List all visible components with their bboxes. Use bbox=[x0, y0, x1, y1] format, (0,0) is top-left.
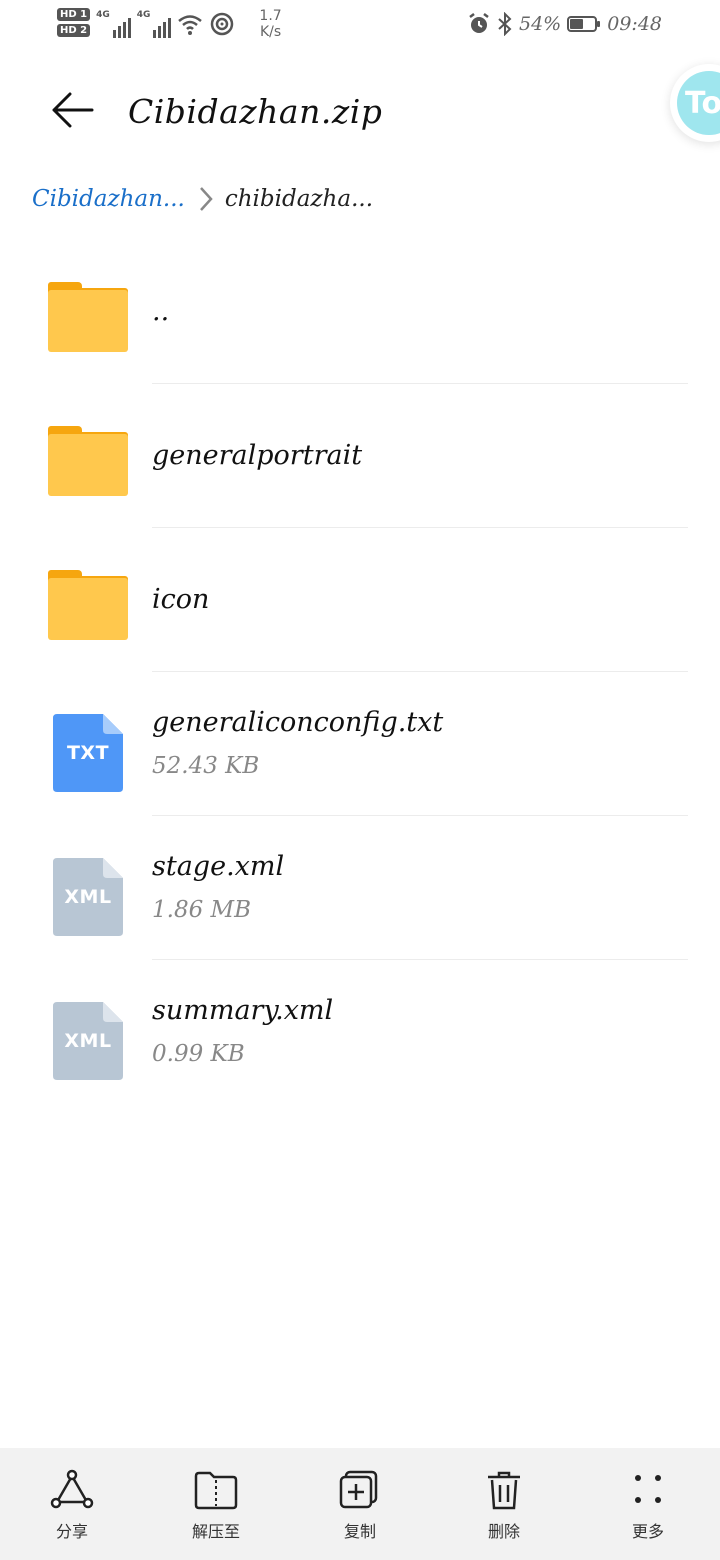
xml-file-icon: XML bbox=[48, 1000, 128, 1080]
page-title: Cibidazhan.zip bbox=[128, 92, 383, 131]
copy-label: 复制 bbox=[343, 1522, 376, 1541]
file-name: generalportrait bbox=[152, 440, 363, 471]
header: Cibidazhan.zip To bbox=[0, 64, 720, 150]
file-size: 1.86 MB bbox=[152, 897, 251, 923]
folder-icon bbox=[48, 280, 128, 360]
copy-icon bbox=[339, 1470, 378, 1509]
arrow-left-icon bbox=[52, 92, 94, 128]
alarm-icon bbox=[469, 13, 489, 33]
file-row-generalportrait[interactable]: generalportrait bbox=[0, 384, 720, 528]
file-type-badge: XML bbox=[64, 1030, 112, 1052]
file-name: generaliconconfig.txt bbox=[152, 707, 444, 738]
breadcrumb-current: chibidazha... bbox=[224, 186, 374, 212]
share-button[interactable]: 分享 bbox=[0, 1448, 144, 1560]
hotspot-icon bbox=[211, 12, 234, 36]
status-left: HD 1 HD 2 4G 4G 1.7 K/s bbox=[57, 8, 282, 48]
file-name: .. bbox=[152, 296, 170, 327]
network-type-2: 4G bbox=[136, 10, 151, 20]
chevron-right-icon bbox=[199, 186, 213, 212]
status-right: 54% 09:48 bbox=[467, 12, 662, 36]
file-row-icon[interactable]: icon bbox=[0, 528, 720, 672]
signal-1-icon: 4G bbox=[96, 10, 131, 38]
floating-assistant-button[interactable]: To bbox=[670, 64, 720, 142]
xml-file-icon: XML bbox=[48, 856, 128, 936]
folder-icon bbox=[48, 568, 128, 648]
signal-2-icon: 4G bbox=[137, 10, 172, 38]
file-type-badge: XML bbox=[64, 886, 112, 908]
floating-assistant-label: To bbox=[677, 71, 720, 135]
copy-button[interactable]: 复制 bbox=[288, 1448, 432, 1560]
delete-label: 删除 bbox=[487, 1522, 520, 1541]
battery-fill bbox=[570, 19, 584, 29]
hd-indicators: HD 1 HD 2 bbox=[57, 8, 91, 37]
txt-file-icon: TXT bbox=[48, 712, 128, 792]
file-type-badge: TXT bbox=[66, 742, 110, 764]
battery-icon bbox=[567, 16, 601, 32]
status-bar: HD 1 HD 2 4G 4G 1.7 K/s 54% 09:48 bbox=[0, 0, 720, 56]
trash-icon bbox=[488, 1471, 520, 1510]
network-type-1: 4G bbox=[96, 10, 110, 20]
share-icon bbox=[50, 1469, 94, 1509]
speed-value: 1.7 bbox=[259, 8, 282, 24]
file-list: .. generalportrait icon TXT generaliconc… bbox=[0, 240, 720, 1104]
more-label: 更多 bbox=[631, 1522, 664, 1541]
file-row-summary[interactable]: XML summary.xml 0.99 KB bbox=[0, 960, 720, 1104]
network-speed: 1.7 K/s bbox=[259, 8, 281, 40]
file-name: stage.xml bbox=[152, 851, 285, 882]
bottom-toolbar: 分享 解压至 复制 删除 更多 bbox=[0, 1448, 720, 1560]
file-row-generaliconconfig[interactable]: TXT generaliconconfig.txt 52.43 KB bbox=[0, 672, 720, 816]
file-size: 52.43 KB bbox=[152, 753, 260, 779]
battery-percent: 54% bbox=[519, 13, 562, 35]
speed-unit: K/s bbox=[259, 24, 282, 40]
file-name: summary.xml bbox=[152, 995, 334, 1026]
file-row-parent[interactable]: .. bbox=[0, 240, 720, 384]
breadcrumb: Cibidazhan... chibidazha... bbox=[32, 186, 373, 212]
folder-icon bbox=[48, 424, 128, 504]
file-size: 0.99 KB bbox=[152, 1041, 245, 1067]
extract-label: 解压至 bbox=[191, 1522, 240, 1541]
file-name: icon bbox=[152, 584, 210, 615]
delete-button[interactable]: 删除 bbox=[432, 1448, 576, 1560]
wifi-icon bbox=[178, 15, 203, 35]
more-button[interactable]: 更多 bbox=[576, 1448, 720, 1560]
back-button[interactable] bbox=[44, 84, 100, 136]
extract-folder-icon bbox=[194, 1471, 238, 1510]
file-row-stage[interactable]: XML stage.xml 1.86 MB bbox=[0, 816, 720, 960]
share-label: 分享 bbox=[55, 1522, 88, 1541]
hd2-badge: HD 2 bbox=[57, 24, 91, 37]
breadcrumb-root[interactable]: Cibidazhan... bbox=[32, 186, 185, 212]
hd1-badge: HD 1 bbox=[57, 8, 91, 21]
clock: 09:48 bbox=[607, 13, 662, 35]
more-dots-icon bbox=[635, 1475, 661, 1503]
extract-button[interactable]: 解压至 bbox=[144, 1448, 288, 1560]
bluetooth-icon bbox=[498, 12, 512, 36]
